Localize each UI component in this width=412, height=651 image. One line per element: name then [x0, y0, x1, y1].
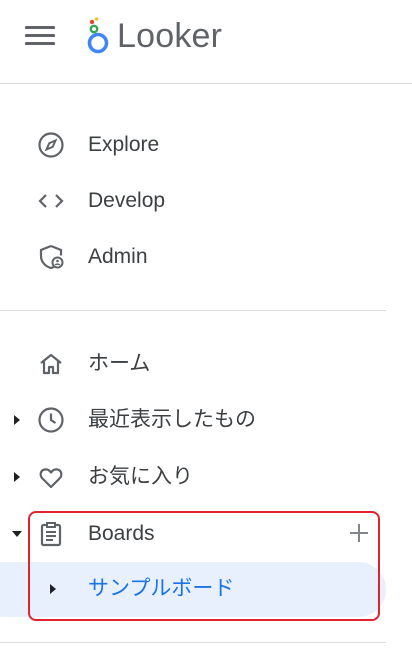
nav-divider — [0, 310, 386, 311]
nav-label-boards: Boards — [88, 522, 155, 545]
expand-arrow-icon[interactable] — [10, 413, 24, 427]
nav-label-develop: Develop — [88, 189, 166, 212]
expand-arrow-icon[interactable] — [46, 582, 60, 596]
nav-label-admin: Admin — [88, 245, 148, 268]
shield-admin-icon — [37, 243, 65, 271]
nav-item-develop[interactable]: Develop — [0, 177, 390, 225]
collapse-arrow-icon[interactable] — [10, 527, 24, 541]
heart-icon — [37, 463, 65, 491]
plus-icon[interactable] — [346, 520, 372, 546]
logo-text: Looker — [117, 16, 223, 55]
board-item-sample[interactable]: サンプルボード — [0, 565, 390, 613]
clock-icon — [37, 406, 65, 434]
nav-item-explore[interactable]: Explore — [0, 121, 390, 169]
home-icon — [37, 350, 65, 378]
nav-label-home: ホーム — [88, 352, 151, 375]
board-item-label: サンプルボード — [88, 577, 235, 600]
looker-logo[interactable]: Looker — [86, 14, 222, 58]
nav-divider — [0, 642, 386, 643]
looker-logo-icon — [87, 17, 109, 54]
nav-label-favorites: お気に入り — [88, 465, 193, 488]
nav-label-explore: Explore — [88, 133, 160, 156]
nav-item-recent[interactable]: 最近表示したもの — [0, 396, 390, 444]
nav-item-admin[interactable]: Admin — [0, 233, 390, 281]
nav-item-favorites[interactable]: お気に入り — [0, 453, 390, 501]
app-header: Looker — [0, 0, 412, 84]
clipboard-icon — [37, 520, 65, 548]
compass-icon — [37, 131, 65, 159]
hamburger-menu-icon[interactable] — [25, 25, 55, 47]
nav-item-boards[interactable]: Boards — [0, 510, 390, 558]
expand-arrow-icon[interactable] — [10, 470, 24, 484]
nav-label-recent: 最近表示したもの — [88, 408, 256, 431]
code-icon — [37, 187, 65, 215]
nav-item-home[interactable]: ホーム — [0, 340, 390, 388]
